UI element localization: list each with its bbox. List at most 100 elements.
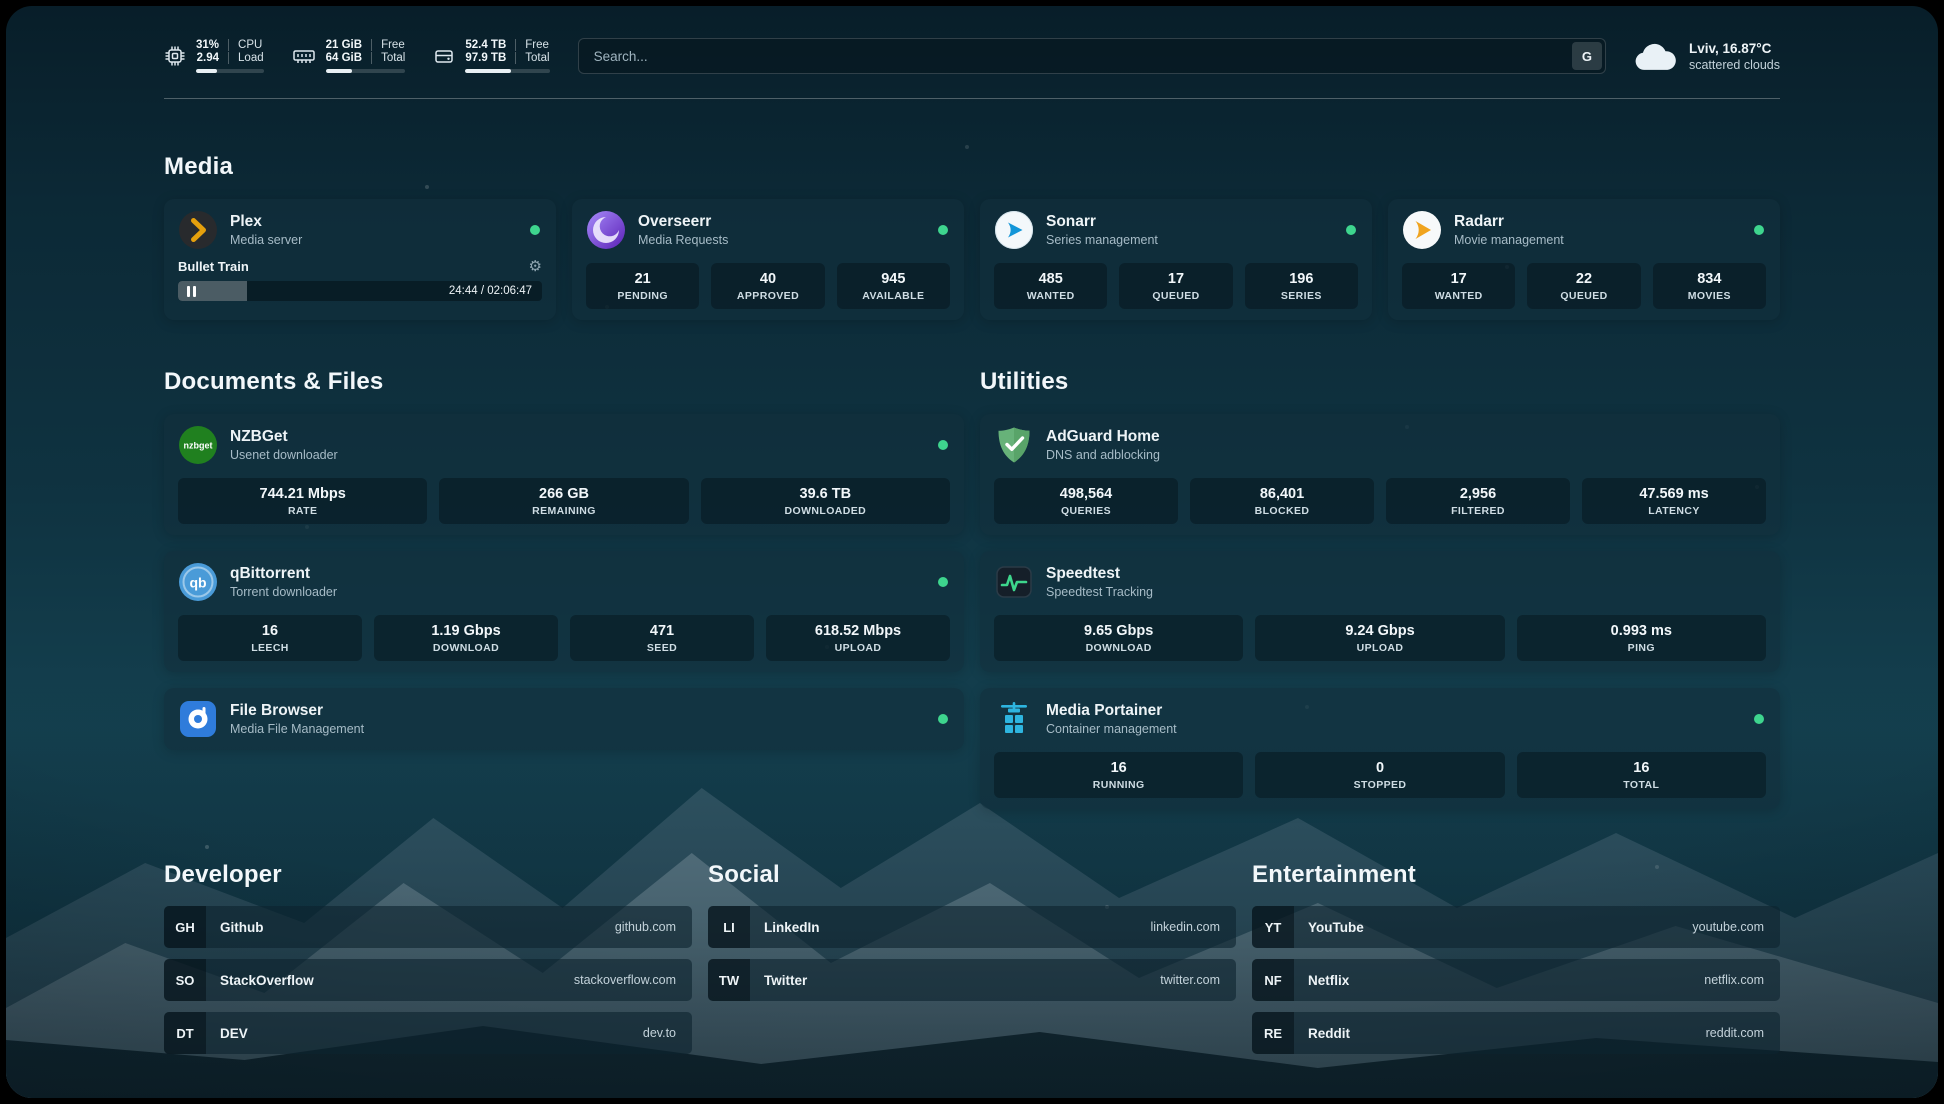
section-title-media: Media xyxy=(164,153,1780,181)
bookmark-url: github.com xyxy=(615,920,676,934)
app-subtitle: Movie management xyxy=(1454,233,1564,247)
bookmark-name: YouTube xyxy=(1308,920,1364,935)
app-titles: Media PortainerContainer management xyxy=(1046,702,1177,736)
app-card-adguard-home[interactable]: AdGuard HomeDNS and adblocking498,564QUE… xyxy=(980,414,1780,535)
stat-ping: 0.993 msPING xyxy=(1517,615,1766,661)
nzbget-icon: nzbget xyxy=(178,425,218,465)
stat-value: 17 xyxy=(1124,271,1227,287)
bookmark-reddit[interactable]: RERedditreddit.com xyxy=(1252,1012,1780,1054)
metric-memory: 21 GiBFree64 GiBTotal xyxy=(292,39,406,73)
metric-value: 64 GiB xyxy=(326,52,371,64)
app-titles: NZBGetUsenet downloader xyxy=(230,428,338,462)
weather-text: Lviv, 16.87°C scattered clouds xyxy=(1689,41,1780,72)
stat-value: 618.52 Mbps xyxy=(771,623,945,639)
bookmark-icon: LI xyxy=(708,906,750,948)
stat-latency: 47.569 msLATENCY xyxy=(1582,478,1766,524)
app-subtitle: Series management xyxy=(1046,233,1158,247)
app-subtitle: Torrent downloader xyxy=(230,585,337,599)
status-indicator-online xyxy=(938,225,948,235)
app-card-speedtest[interactable]: SpeedtestSpeedtest Tracking9.65 GbpsDOWN… xyxy=(980,551,1780,672)
stat-value: 1.19 Gbps xyxy=(379,623,553,639)
bookmark-url: dev.to xyxy=(643,1026,676,1040)
status-indicator-online xyxy=(530,225,540,235)
app-card-qbittorrent[interactable]: qbqBittorrentTorrent downloader 16LEECH 1.… xyxy=(164,551,964,672)
header-divider xyxy=(164,98,1780,99)
card-head: Radarr Movie management xyxy=(1402,210,1766,250)
bookmark-netflix[interactable]: NFNetflixnetflix.com xyxy=(1252,959,1780,1001)
pause-icon[interactable] xyxy=(187,286,196,297)
bookmark-list: YTYouTubeyoutube.com NFNetflixnetflix.com… xyxy=(1252,906,1780,1054)
status-indicator-online xyxy=(938,440,948,450)
bookmark-linkedin[interactable]: LILinkedInlinkedin.com xyxy=(708,906,1236,948)
stat-value: 945 xyxy=(842,271,945,287)
bookmark-github[interactable]: GHGithubgithub.com xyxy=(164,906,692,948)
status-indicator-online xyxy=(938,577,948,587)
bookmark-name: Reddit xyxy=(1308,1026,1350,1041)
app-name: Radarr xyxy=(1454,213,1564,231)
stat-label: SERIES xyxy=(1250,290,1353,302)
metric-progress-bar xyxy=(196,69,264,73)
bookmark-youtube[interactable]: YTYouTubeyoutube.com xyxy=(1252,906,1780,948)
playback-time: 24:44 / 02:06:47 xyxy=(449,285,532,297)
stat-value: 471 xyxy=(575,623,749,639)
svg-text:qb: qb xyxy=(189,575,206,591)
gear-icon[interactable]: ⚙ xyxy=(529,259,542,274)
cpu-icon xyxy=(164,45,186,67)
stat-pending: 21PENDING xyxy=(586,263,699,309)
app-subtitle: Speedtest Tracking xyxy=(1046,585,1153,599)
app-titles: AdGuard HomeDNS and adblocking xyxy=(1046,428,1160,462)
app-titles: OverseerrMedia Requests xyxy=(638,213,728,247)
app-card-plex[interactable]: PlexMedia serverBullet Train⚙24:44 / 02:… xyxy=(164,199,556,320)
search-engine-button[interactable]: G xyxy=(1572,42,1602,70)
metric-label: Free xyxy=(371,39,405,51)
ram-icon xyxy=(292,45,316,67)
stat-value: 16 xyxy=(1522,760,1761,776)
bookmark-url: stackoverflow.com xyxy=(574,973,676,987)
documents-cards: nzbgetNZBGetUsenet downloader744.21 Mbps… xyxy=(164,414,964,750)
card-head: SonarrSeries management xyxy=(994,210,1358,250)
overseerr-icon xyxy=(586,210,626,250)
stat-value: 485 xyxy=(999,271,1102,287)
stats-row: 485WANTED17QUEUED196SERIES xyxy=(994,250,1358,309)
app-card-nzbget[interactable]: nzbgetNZBGetUsenet downloader744.21 Mbps… xyxy=(164,414,964,535)
stat-label: LATENCY xyxy=(1587,505,1761,517)
bookmark-url: reddit.com xyxy=(1706,1026,1764,1040)
stat-filtered: 2,956FILTERED xyxy=(1386,478,1570,524)
app-card-overseerr[interactable]: OverseerrMedia Requests21PENDING40APPROV… xyxy=(572,199,964,320)
stat-label: SEED xyxy=(575,642,749,654)
stat-label: DOWNLOAD xyxy=(379,642,553,654)
sonarr-icon xyxy=(994,210,1034,250)
app-titles: PlexMedia server xyxy=(230,213,302,247)
app-card-radarr[interactable]: RadarrMovie management17WANTED22QUEUED83… xyxy=(1388,199,1780,320)
bookmark-name: DEV xyxy=(220,1026,248,1041)
bookmark-url: twitter.com xyxy=(1160,973,1220,987)
bookmark-twitter[interactable]: TWTwittertwitter.com xyxy=(708,959,1236,1001)
adguard-icon xyxy=(994,425,1034,465)
stat-value: 2,956 xyxy=(1391,486,1565,502)
stat-value: 21 xyxy=(591,271,694,287)
metric-values: 21 GiBFree64 GiBTotal xyxy=(326,39,406,64)
stat-leech: 16LEECH xyxy=(178,615,362,661)
app-card-media-portainer[interactable]: Media PortainerContainer management16RUN… xyxy=(980,688,1780,809)
bookmark-dev[interactable]: DTDEVdev.to xyxy=(164,1012,692,1054)
app-card-file-browser[interactable]: File BrowserMedia File Management xyxy=(164,688,964,750)
playback-progress-bar[interactable]: 24:44 / 02:06:47 xyxy=(178,281,542,301)
weather-widget[interactable]: Lviv, 16.87°C scattered clouds xyxy=(1634,41,1780,72)
weather-condition: scattered clouds xyxy=(1689,58,1780,72)
metric-label: Total xyxy=(515,52,549,64)
search-input[interactable] xyxy=(582,49,1572,64)
stat-value: 266 GB xyxy=(444,486,683,502)
app-card-sonarr[interactable]: SonarrSeries management485WANTED17QUEUED… xyxy=(980,199,1372,320)
card-head: qbqBittorrentTorrent downloader xyxy=(178,562,950,602)
stat-label: LEECH xyxy=(183,642,357,654)
middle-sections: Documents & Files nzbgetNZBGetUsenet dow… xyxy=(164,368,1780,809)
bookmark-stackoverflow[interactable]: SOStackOverflowstackoverflow.com xyxy=(164,959,692,1001)
card-head: nzbget NZBGetUsenet downloader xyxy=(178,425,950,465)
cloud-icon xyxy=(1634,42,1676,71)
stat-value: 17 xyxy=(1407,271,1510,287)
stat-wanted: 17WANTED xyxy=(1402,263,1515,309)
stat-download: 1.19 Gbps DOWNLOAD xyxy=(374,615,558,661)
app-name: File Browser xyxy=(230,702,364,720)
bookmark-name: Twitter xyxy=(764,973,807,988)
stat-upload: 618.52 MbpsUPLOAD xyxy=(766,615,950,661)
